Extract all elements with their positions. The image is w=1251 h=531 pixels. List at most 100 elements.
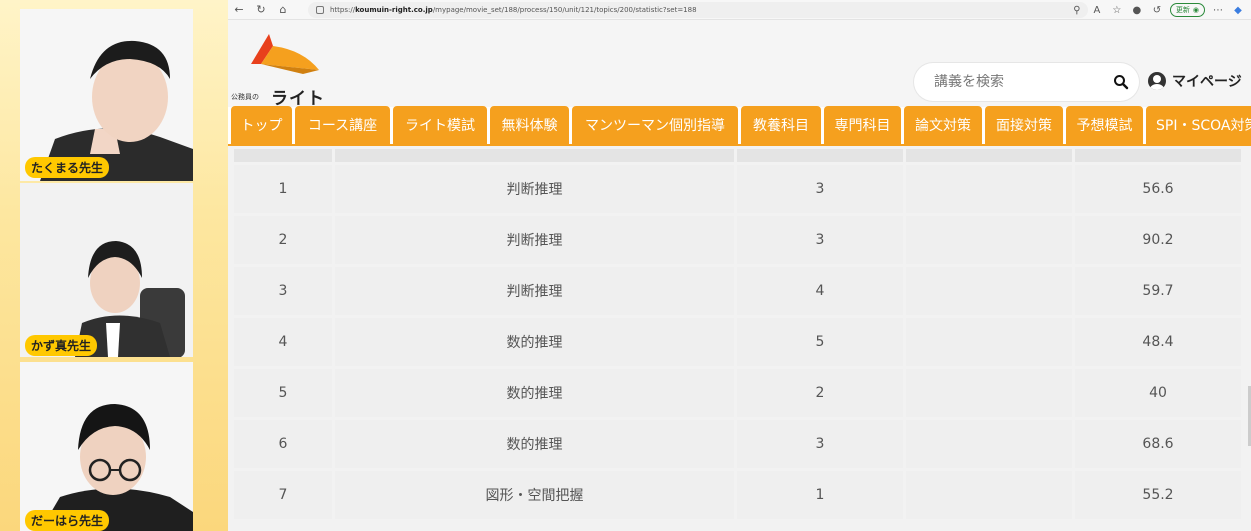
row-value: 40 xyxy=(1075,369,1241,417)
row-empty xyxy=(906,165,1072,213)
url-host: koumuin-right.co.jp xyxy=(355,6,433,14)
user-icon xyxy=(1148,72,1166,90)
row-value: 68.6 xyxy=(1075,420,1241,468)
browser-window: ← ↻ ⌂ https://koumuin-right.co.jp/mypage… xyxy=(228,0,1251,531)
participant-1-video xyxy=(20,9,193,181)
reload-icon[interactable]: ↻ xyxy=(250,0,272,20)
row-value: 59.7 xyxy=(1075,267,1241,315)
nav-item-top[interactable]: トップ xyxy=(231,106,292,144)
table-row: 6 数的推理 3 68.6 xyxy=(234,420,1241,468)
favorite-star-icon[interactable]: ☆ xyxy=(1110,3,1124,17)
home-icon[interactable]: ⌂ xyxy=(272,0,294,20)
mypage-label: マイページ xyxy=(1172,74,1242,90)
table-row: 2 判断推理 3 90.2 xyxy=(234,216,1241,264)
address-bar[interactable]: https://koumuin-right.co.jp/mypage/movie… xyxy=(308,2,1088,18)
row-number: 5 xyxy=(234,369,332,417)
row-level: 2 xyxy=(737,369,903,417)
row-number: 1 xyxy=(234,165,332,213)
logo-subtitle: 公務員の xyxy=(231,93,259,101)
nav-item-mock-exam[interactable]: ライト模試 xyxy=(393,106,487,144)
nav-item-spi-scoa[interactable]: SPI・SCOA対策 xyxy=(1146,106,1251,144)
toolbar-right: ⚲ A ☆ ● ↺ 更新 ◉ ⋯ ◆ xyxy=(1070,0,1251,20)
extension-icon[interactable]: ● xyxy=(1130,3,1144,17)
row-value: 55.2 xyxy=(1075,471,1241,519)
nav-item-course[interactable]: コース講座 xyxy=(295,106,390,144)
nav-item-private-tutoring[interactable]: マンツーマン個別指導 xyxy=(572,106,738,144)
row-number: 7 xyxy=(234,471,332,519)
url-path: /mypage/movie_set/188/process/150/unit/1… xyxy=(432,6,697,14)
statistics-table: 1 判断推理 3 56.6 2 判断推理 3 90.2 3 判断推理 4 59.… xyxy=(231,146,1244,522)
row-value: 48.4 xyxy=(1075,318,1241,366)
header-cell xyxy=(335,149,734,162)
video-participants-column: たくまる先生 かず真先生 だーはら先生 xyxy=(0,0,228,531)
row-empty xyxy=(906,216,1072,264)
search-icon[interactable] xyxy=(1113,74,1129,90)
row-level: 4 xyxy=(737,267,903,315)
wechat-icon: ◉ xyxy=(1192,6,1199,14)
video-tile-3: だーはら先生 xyxy=(20,362,193,531)
participant-name-tag: だーはら先生 xyxy=(25,510,110,531)
row-value: 90.2 xyxy=(1075,216,1241,264)
participant-3-video xyxy=(20,362,193,531)
table-row: 4 数的推理 5 48.4 xyxy=(234,318,1241,366)
back-icon[interactable]: ← xyxy=(228,0,250,20)
zoom-icon[interactable]: ⚲ xyxy=(1070,3,1084,17)
participant-2-video xyxy=(20,183,193,357)
row-number: 4 xyxy=(234,318,332,366)
main-nav: トップ コース講座 ライト模試 無料体験 マンツーマン個別指導 教養科目 専門科… xyxy=(228,106,1251,144)
row-subject: 数的推理 xyxy=(335,420,734,468)
table-row: 5 数的推理 2 40 xyxy=(234,369,1241,417)
lecture-search xyxy=(914,63,1139,101)
row-empty xyxy=(906,471,1072,519)
row-empty xyxy=(906,369,1072,417)
row-level: 3 xyxy=(737,420,903,468)
more-menu-icon[interactable]: ⋯ xyxy=(1211,3,1225,17)
browser-toolbar: ← ↻ ⌂ https://koumuin-right.co.jp/mypage… xyxy=(228,0,1251,20)
statistics-table-area: 1 判断推理 3 56.6 2 判断推理 3 90.2 3 判断推理 4 59.… xyxy=(228,146,1251,531)
update-button[interactable]: 更新 ◉ xyxy=(1169,3,1205,17)
header-cell xyxy=(906,149,1072,162)
header-cell xyxy=(234,149,332,162)
row-level: 3 xyxy=(737,216,903,264)
row-number: 2 xyxy=(234,216,332,264)
row-level: 1 xyxy=(737,471,903,519)
logo-mountain-icon xyxy=(251,34,319,74)
site-info-icon[interactable] xyxy=(316,6,324,14)
refresh-extension-icon[interactable]: ↺ xyxy=(1150,3,1164,17)
row-subject: 判断推理 xyxy=(335,165,734,213)
table-row: 7 図形・空間把握 1 55.2 xyxy=(234,471,1241,519)
nav-item-free-trial[interactable]: 無料体験 xyxy=(490,106,569,144)
participant-name-tag: たくまる先生 xyxy=(25,157,110,178)
nav-item-general-subjects[interactable]: 教養科目 xyxy=(741,106,821,144)
read-aloud-icon[interactable]: A xyxy=(1090,3,1104,17)
update-label: 更新 xyxy=(1175,6,1190,14)
header-cell xyxy=(1075,149,1241,162)
row-level: 3 xyxy=(737,165,903,213)
row-subject: 数的推理 xyxy=(335,369,734,417)
site-logo[interactable]: 公務員の ライト xyxy=(231,30,341,109)
row-empty xyxy=(906,420,1072,468)
row-subject: 判断推理 xyxy=(335,216,734,264)
table-row: 1 判断推理 3 56.6 xyxy=(234,165,1241,213)
header-cell xyxy=(737,149,903,162)
mypage-link[interactable]: マイページ xyxy=(1148,71,1242,91)
video-tile-2: かず真先生 xyxy=(20,183,193,357)
row-empty xyxy=(906,318,1072,366)
site-header: 公務員の ライト マイページ xyxy=(228,20,1251,109)
nav-item-essay[interactable]: 論文対策 xyxy=(904,106,982,144)
nav-item-predicted-exam[interactable]: 予想模試 xyxy=(1066,106,1143,144)
row-empty xyxy=(906,267,1072,315)
url-prefix: https:// xyxy=(330,6,356,14)
nav-item-interview[interactable]: 面接対策 xyxy=(985,106,1063,144)
nav-item-specialized-subjects[interactable]: 専門科目 xyxy=(824,106,901,144)
participant-name-tag: かず真先生 xyxy=(25,335,98,356)
copilot-icon[interactable]: ◆ xyxy=(1231,3,1245,17)
row-level: 5 xyxy=(737,318,903,366)
row-subject: 数的推理 xyxy=(335,318,734,366)
table-row: 3 判断推理 4 59.7 xyxy=(234,267,1241,315)
row-value: 56.6 xyxy=(1075,165,1241,213)
video-tile-1: たくまる先生 xyxy=(20,9,193,181)
search-input[interactable] xyxy=(934,74,1113,90)
row-subject: 判断推理 xyxy=(335,267,734,315)
row-number: 6 xyxy=(234,420,332,468)
